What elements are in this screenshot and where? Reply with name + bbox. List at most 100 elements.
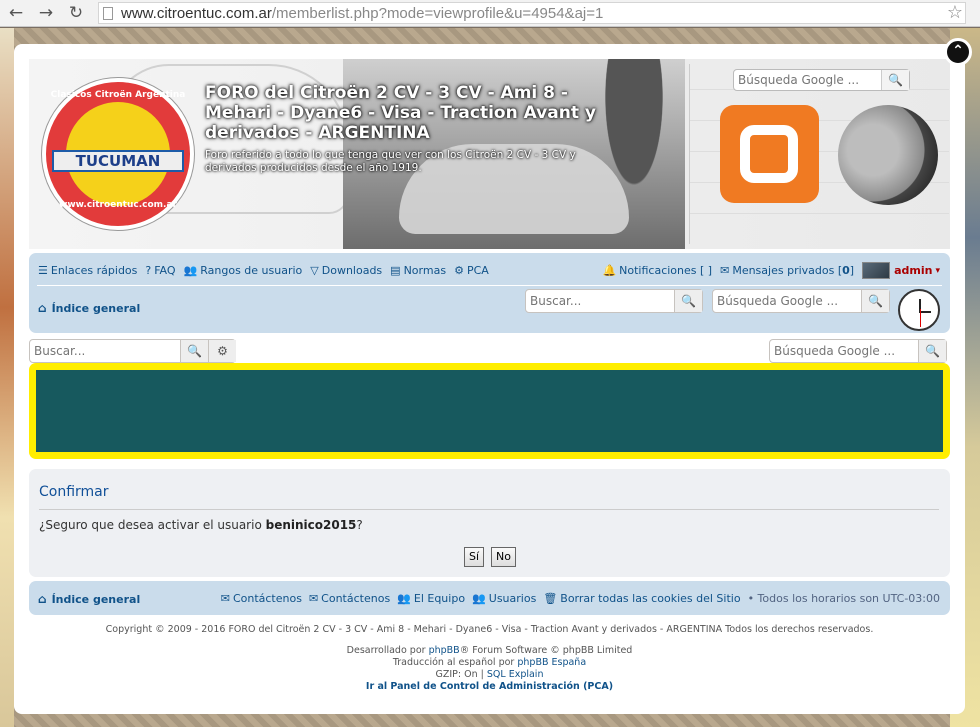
phpbb-es-link[interactable]: phpBB España <box>517 657 586 668</box>
notifications-label: Notificaciones <box>619 264 697 277</box>
downloads-link[interactable]: ▽ Downloads <box>310 264 382 277</box>
scroll-top-icon[interactable]: ⌃ <box>944 38 972 66</box>
debug-info: GZIP: On | SQL Explain <box>14 669 965 681</box>
users-icon: 👥 <box>397 592 411 605</box>
logo-band-text: TUCUMAN <box>52 150 184 172</box>
team-label: El Equipo <box>413 592 466 605</box>
site-header: Clasicos Citroën Argentina TUCUMAN www.c… <box>29 59 950 249</box>
credits: Desarrollado por phpBB® Forum Software ©… <box>14 645 965 693</box>
footer-navbar: ⌂ Índice general ✉ Contáctenos ✉ Contácteno… <box>29 581 950 615</box>
developed-prefix: Desarrollado por <box>346 645 429 656</box>
address-bar[interactable]: www.citroentuc.com.ar/memberlist.php?mod… <box>98 2 966 24</box>
clock-second-hand <box>920 309 921 327</box>
pca-label: PCA <box>466 263 489 277</box>
confirm-message: ¿Seguro que desea activar el usuario ben… <box>39 518 363 532</box>
question-icon: ? <box>145 263 152 277</box>
site-logo[interactable]: Clasicos Citroën Argentina TUCUMAN www.c… <box>42 78 194 230</box>
arrow-left-icon[interactable]: ← <box>6 3 26 23</box>
team-link[interactable]: 👥 El Equipo <box>397 592 465 605</box>
pca-link[interactable]: ⚙ PCA <box>454 264 489 277</box>
search-icon[interactable]: 🔍 <box>180 340 208 362</box>
panel-divider <box>39 509 939 510</box>
delete-cookies-link[interactable]: 🗑 Borrar todas las cookies del Sitio <box>543 592 740 605</box>
navbar-search-input[interactable] <box>526 290 674 312</box>
contact-link-2[interactable]: ✉ Contáctenos <box>309 592 390 605</box>
translation-prefix: Traducción al español por <box>392 657 518 668</box>
envelope-icon: ✉ <box>720 264 730 277</box>
pm-count: 0 <box>842 264 850 277</box>
ranks-label: Rangos de usuario <box>200 263 303 277</box>
nav-divider <box>37 285 942 286</box>
blogger-icon[interactable] <box>720 105 819 203</box>
site-title[interactable]: FORO del Citroën 2 CV - 3 CV - Ami 8 - M… <box>205 83 635 143</box>
faq-link[interactable]: ? FAQ <box>145 264 175 277</box>
sub-google-search-input[interactable] <box>770 340 918 362</box>
contact-label-2: Contáctenos <box>321 592 391 605</box>
footer-breadcrumb-index[interactable]: Índice general <box>52 593 141 606</box>
faq-label: FAQ <box>154 263 176 277</box>
page-icon <box>103 7 113 20</box>
private-messages-link[interactable]: ✉ Mensajes privados [0] <box>720 264 854 277</box>
quick-links-label: Enlaces rápidos <box>50 263 138 277</box>
pm-label: Mensajes privados <box>732 264 835 277</box>
members-link[interactable]: 👥 Usuarios <box>472 592 536 605</box>
avatar[interactable] <box>862 262 891 279</box>
pm-count-close: ] <box>849 264 855 277</box>
sql-explain-link[interactable]: SQL Explain <box>487 669 544 680</box>
star-icon[interactable]: ☆ <box>947 3 963 23</box>
acp-link[interactable]: Ir al Panel de Control de Administración… <box>366 681 613 692</box>
notifications-link[interactable]: 🔔 Notificaciones [ ] <box>602 264 712 277</box>
users-icon: 👥 <box>472 592 486 605</box>
breadcrumb-index[interactable]: Índice general <box>52 302 141 315</box>
quick-links-menu[interactable]: ☰ Enlaces rápidos <box>38 264 137 277</box>
yes-button[interactable]: Sí <box>464 547 485 567</box>
footer-links: ✉ Contáctenos ✉ Contáctenos 👥 El Equipo 👥 Us… <box>221 592 940 605</box>
forum-search-input[interactable] <box>30 340 178 362</box>
developed-suffix: ® Forum Software © phpBB Limited <box>459 645 633 656</box>
reload-icon[interactable]: ↻ <box>66 3 86 23</box>
username-menu[interactable]: admin <box>894 264 932 277</box>
members-label: Usuarios <box>488 592 537 605</box>
arrow-right-icon[interactable]: → <box>36 3 56 23</box>
menu-icon: ☰ <box>38 263 48 277</box>
panel-title: Confirmar <box>39 484 109 500</box>
breadcrumb[interactable]: ⌂ Índice general <box>38 301 140 315</box>
timezone-text: • Todos los horarios son UTC-03:00 <box>747 592 940 605</box>
blogger-b-shape <box>740 125 798 183</box>
rules-link[interactable]: ▤ Normas <box>390 264 446 277</box>
forum-search: 🔍 ⚙ <box>29 339 236 363</box>
users-icon: 👥 <box>183 263 198 277</box>
header-google-search-input[interactable] <box>734 70 882 90</box>
clock-icon <box>898 289 940 331</box>
bell-icon: 🔔 <box>602 264 617 277</box>
navbar-google-search-input[interactable] <box>713 290 861 312</box>
confirm-message-end: ? <box>356 518 363 532</box>
url-text[interactable]: www.citroentuc.com.ar/memberlist.php?mod… <box>121 4 603 23</box>
downloads-label: Downloads <box>321 263 383 277</box>
contact-link-1[interactable]: ✉ Contáctenos <box>221 592 302 605</box>
logo-top-text: Clasicos Citroën Argentina <box>50 90 186 100</box>
gear-icon[interactable]: ⚙ <box>208 340 236 362</box>
search-icon[interactable]: 🔍 <box>918 340 946 362</box>
site-description: Foro referido a todo lo que tenga que ve… <box>205 149 576 174</box>
chevron-down-icon[interactable]: ▾ <box>935 266 940 276</box>
search-icon[interactable]: 🔍 <box>674 290 702 312</box>
no-button[interactable]: No <box>491 547 516 567</box>
phpbb-link[interactable]: phpBB <box>429 645 460 656</box>
rules-label: Normas <box>403 263 447 277</box>
gzip-text: GZIP: On | <box>435 669 487 680</box>
envelope-icon: ✉ <box>308 592 319 605</box>
confirm-message-text: ¿Seguro que desea activar el usuario <box>39 518 266 532</box>
search-icon[interactable]: 🔍 <box>861 290 889 312</box>
ranks-link[interactable]: 👥 Rangos de usuario <box>184 264 303 277</box>
developed-by: Desarrollado por phpBB® Forum Software ©… <box>14 645 965 657</box>
gears-icon: ⚙ <box>454 263 464 277</box>
download-icon: ▽ <box>310 263 319 277</box>
delete-cookies-label: Borrar todas las cookies del Sitio <box>560 592 741 605</box>
search-icon[interactable]: 🔍 <box>881 70 909 90</box>
announcement-box <box>29 363 950 459</box>
page-container: Clasicos Citroën Argentina TUCUMAN www.c… <box>14 44 965 714</box>
logo-bottom-text: www.citroentuc.com.ar <box>59 200 177 210</box>
home-icon: ⌂ <box>38 592 47 606</box>
footer-breadcrumb[interactable]: ⌂ Índice general <box>38 592 140 606</box>
